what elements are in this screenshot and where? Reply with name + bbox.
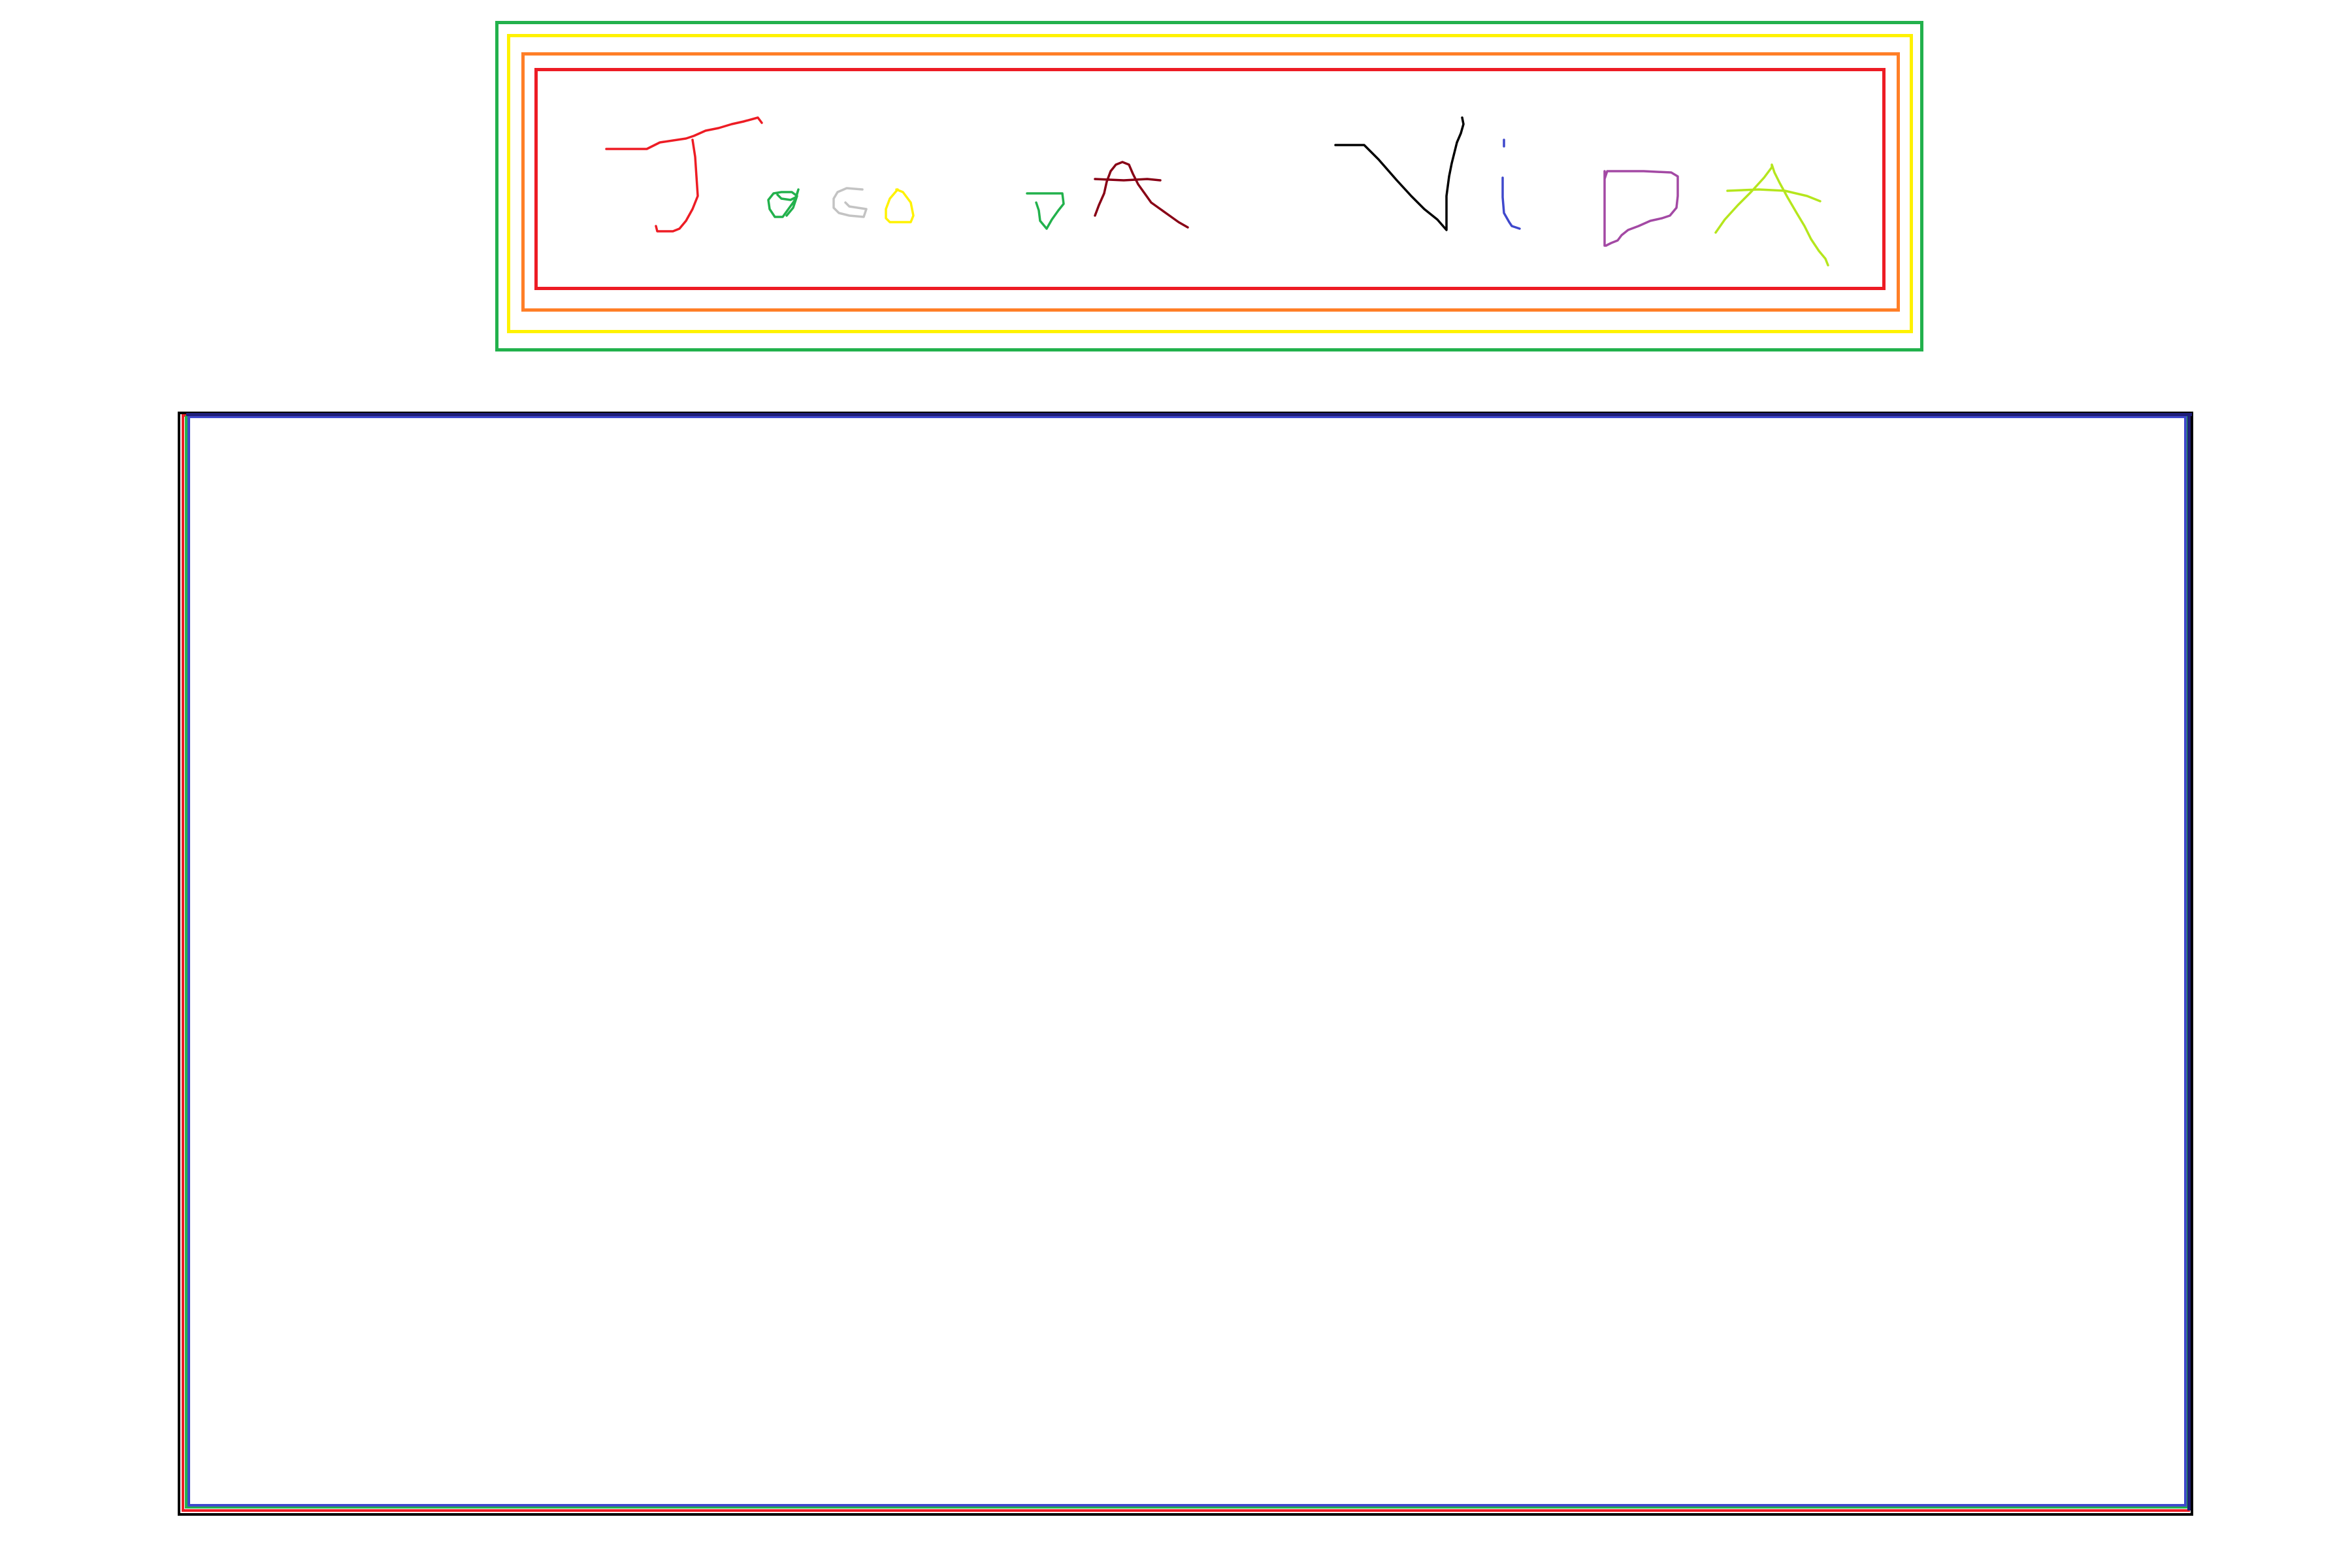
title-letter-J xyxy=(605,116,763,233)
title-letter-a1 xyxy=(1094,161,1189,229)
title-letter-A xyxy=(1714,163,1829,267)
board-border-navy-right xyxy=(2185,413,2191,1511)
title-letter-o1 xyxy=(767,188,800,218)
board-border-navy-top xyxy=(186,413,2192,418)
title-letter-i xyxy=(1501,139,1521,230)
title-letter-V xyxy=(1334,116,1465,231)
title-letter-g xyxy=(832,187,868,218)
game-board-canvas[interactable] xyxy=(191,419,2182,1504)
title-letter-d xyxy=(1026,192,1065,230)
title-letter-D xyxy=(1603,170,1679,247)
title-letter-o2 xyxy=(885,188,915,223)
game-title-logo xyxy=(605,116,1829,267)
